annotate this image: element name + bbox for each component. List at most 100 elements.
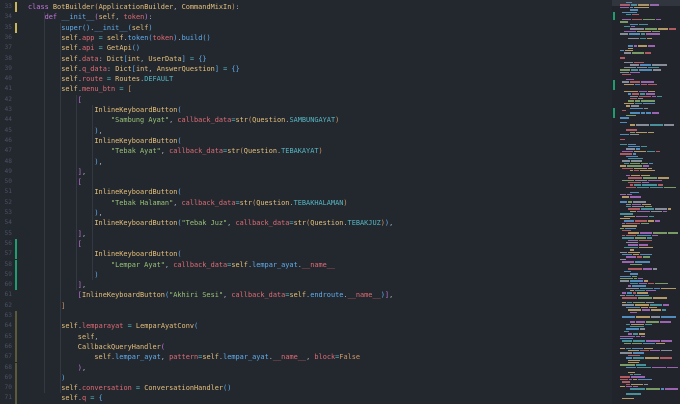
code-line[interactable]: 57 InlineKeyboardButton( [0,249,612,260]
code-line[interactable]: 38 self.data: Dict[int, UserData] = {} [0,54,612,64]
minimap-line [631,203,642,205]
minimap-line [631,174,641,177]
code-line[interactable]: 51 InlineKeyboardButton( [0,187,612,197]
line-number: 70 [4,384,12,392]
minimap-line [662,210,667,213]
code-line[interactable]: 59 ) [0,269,612,281]
code-line[interactable]: 42 [ [0,95,612,105]
code-line[interactable]: 53 ), [0,208,612,218]
code-line[interactable]: 50 [ [0,177,612,187]
code-token: int [135,64,149,73]
code-token: , [94,332,99,341]
code-line[interactable]: 61 [InlineKeyboardButton("Akhiri Sesi", … [0,290,612,300]
code-line[interactable]: 35 super().__init__(self) [0,22,612,33]
minimap-line [651,112,659,114]
code-line[interactable]: 68 ), [0,362,612,373]
code-token: self [61,64,78,73]
code-line[interactable]: 54 InlineKeyboardButton("Tebak Juz", cal… [0,218,612,228]
code-line[interactable]: 45 ), [0,126,612,136]
minimap-line [639,93,646,95]
code-line[interactable]: 70 self.conversation = ConversationHandl… [0,383,612,394]
code-line[interactable]: 52 "Tebak Halaman", callback_data=str(Qu… [0,198,612,208]
minimap-line [640,335,646,337]
code-text: self.data: Dict[int, UserData] = {} [28,54,206,64]
code-line[interactable]: 58 "Lempar Ayat", callback_data=self.lem… [0,259,612,270]
code-token: = [86,394,99,403]
code-line[interactable]: 43 InlineKeyboardButton( [0,105,612,115]
code-line[interactable]: 48 ), [0,157,612,167]
minimap-line [646,38,652,40]
code-line[interactable]: 55 ], [0,229,612,239]
minimap-line [640,306,649,309]
code-line[interactable]: 44 "Sambung Ayat", callback_data=str(Que… [0,115,612,125]
code-token: lemparayat [81,322,124,331]
code-line[interactable]: 33 class BotBuilder(ApplicationBuilder, C… [0,2,612,13]
code-line[interactable]: 64 self.lemparayat = LemparAyatConv( [0,321,612,332]
code-line[interactable]: 62 ] [0,301,612,311]
code-line[interactable]: 56 [ [0,238,612,250]
code-editor[interactable]: 33 class BotBuilder(ApplicationBuilder, C… [0,0,612,404]
code-line[interactable]: 37 self.api = GetApi() [0,43,612,53]
minimap-line [624,90,638,93]
minimap-line [638,90,647,93]
git-change-marker [15,321,17,332]
minimap-line [636,124,650,126]
code-token: , [164,260,174,269]
minimap-line [644,52,651,54]
code-line[interactable]: 39 self.q_data: Dict[int, AnswerQuestion… [0,64,612,74]
minimap-line [620,57,626,59]
code-line[interactable]: 34 def __init__(self, token): [0,12,612,22]
minimap[interactable] [612,0,680,404]
minimap-line [626,328,639,330]
minimap-line [624,162,630,165]
code-token: ) [94,270,99,279]
minimap-line [622,11,637,13]
code-token: : [106,64,116,73]
minimap-line [630,107,644,109]
code-line[interactable]: 60 ], [0,280,612,291]
code-token: : [148,13,153,22]
minimap-line [633,340,645,342]
code-token: "Lempar Ayat" [110,260,165,269]
code-line[interactable]: 47 "Tebak Ayat", callback_data=str(Quest… [0,146,612,156]
code-token: callback_data [177,116,232,125]
code-line[interactable]: 46 InlineKeyboardButton( [0,136,612,146]
code-token: token [127,33,149,42]
code-token: () [202,33,211,42]
code-line[interactable]: 41 self.menu_btn = [ [0,84,612,94]
minimap-line [630,273,638,275]
minimap-line [620,71,629,73]
code-line[interactable]: 36 self.app = self.token(token).build() [0,33,612,43]
minimap-line [649,162,654,165]
code-line[interactable]: 63 [0,311,612,322]
minimap-line [626,323,631,325]
code-token: InlineKeyboardButton [94,136,178,145]
minimap-line [630,69,639,71]
code-line[interactable]: 40 self.route = Routes.DEFAULT [0,74,612,84]
code-line[interactable]: 65 self, [0,331,612,342]
minimap-line [661,316,676,318]
code-line[interactable]: 67 self.lempar_ayat, pattern=self.lempar… [0,352,612,363]
minimap-line [663,304,669,306]
minimap-line [626,129,637,131]
minimap-line [639,328,645,330]
minimap-line [640,33,646,35]
code-line[interactable]: 69 ) [0,372,612,384]
minimap-line [620,117,629,119]
code-line[interactable]: 49 ], [0,167,612,177]
code-line[interactable]: 71 self.q = { [0,393,612,404]
code-token: conversation [81,384,132,393]
code-token: {} [231,64,240,73]
code-token: , [148,64,157,73]
minimap-line [634,150,647,153]
code-token: self [61,85,78,94]
line-number: 33 [4,3,12,10]
minimap-line [629,378,633,381]
code-line[interactable]: 66 CallbackQueryHandler( [0,341,612,353]
line-number: 41 [4,85,12,93]
minimap-slider[interactable] [612,0,680,6]
